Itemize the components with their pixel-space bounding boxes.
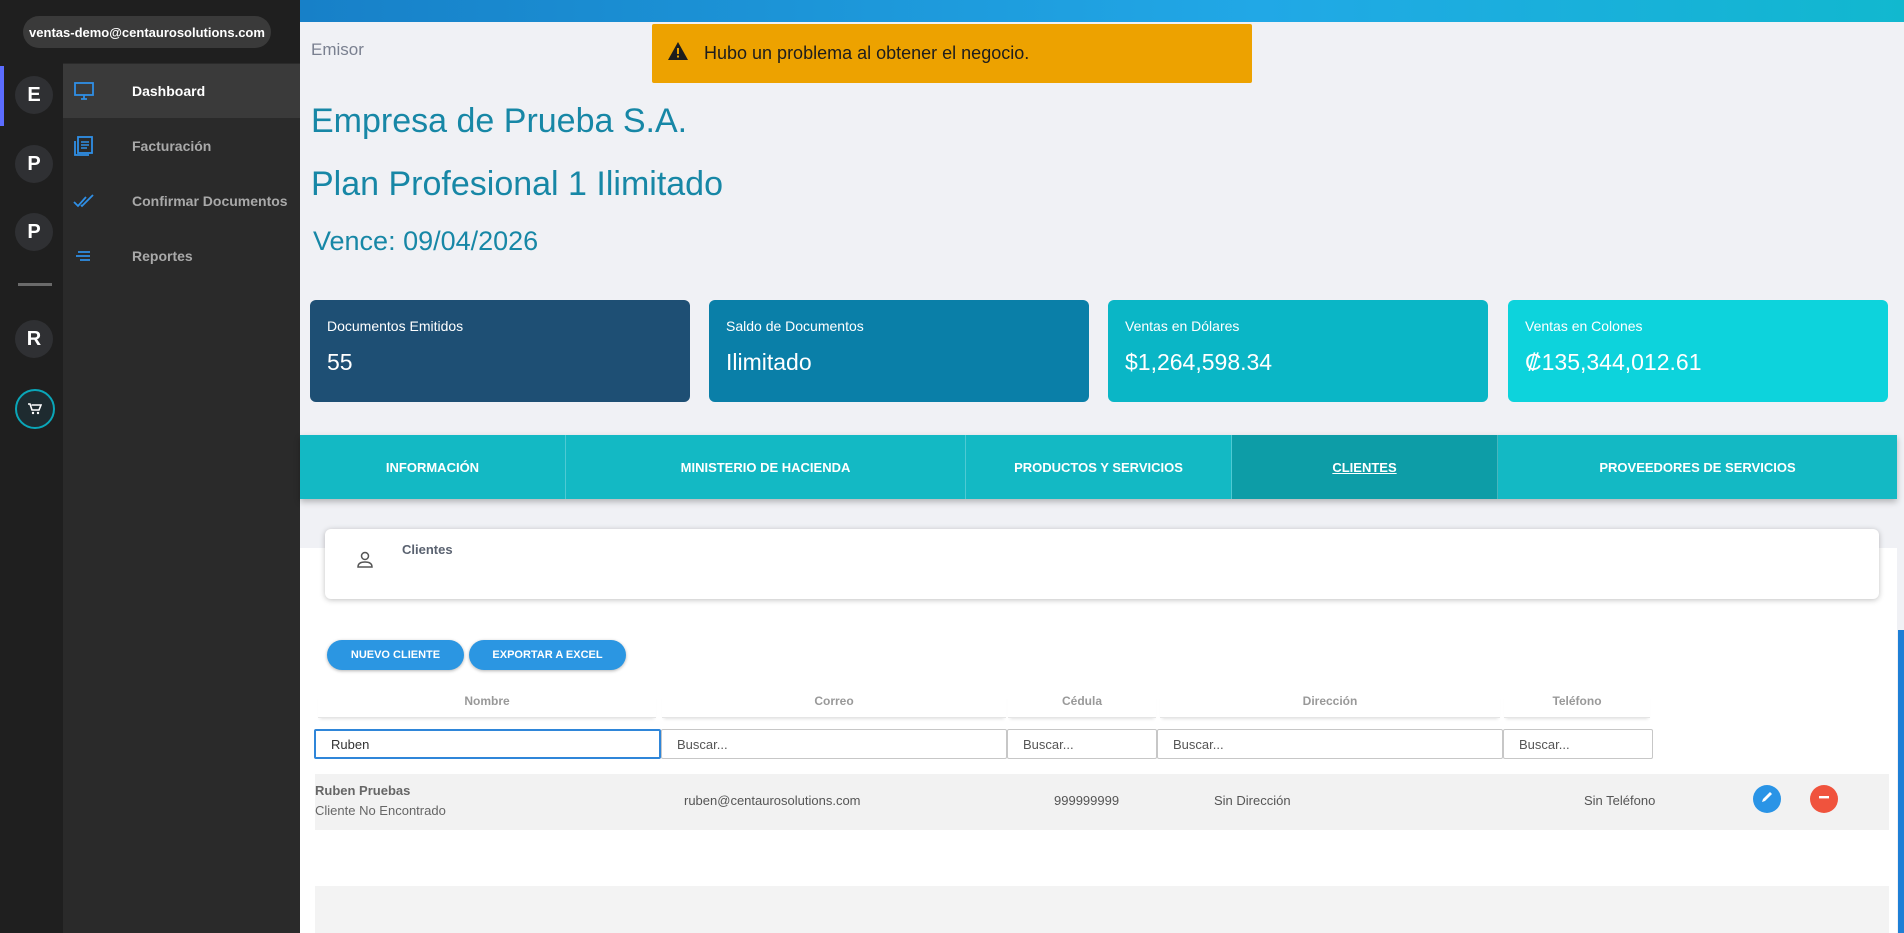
- stat-card-saldo-documentos: Saldo de Documentos Ilimitado: [709, 300, 1089, 402]
- stat-card-value: 55: [327, 349, 353, 375]
- user-email-pill[interactable]: ventas-demo@centaurosolutions.com: [23, 16, 271, 48]
- column-header-cedula[interactable]: Cédula: [1008, 694, 1156, 718]
- section-label-emisor: Emisor: [311, 40, 364, 59]
- client-direccion: Sin Dirección: [1214, 793, 1291, 808]
- filter-telefono-input[interactable]: [1503, 729, 1653, 759]
- filter-direccion-input[interactable]: [1157, 729, 1503, 759]
- double-check-icon: [73, 190, 95, 212]
- client-cedula: 999999999: [1054, 793, 1120, 808]
- scrollbar[interactable]: [1898, 630, 1904, 933]
- cart-icon[interactable]: [15, 389, 55, 429]
- tab-clientes[interactable]: CLIENTES: [1232, 435, 1498, 499]
- stat-card-value: $1,264,598.34: [1125, 349, 1273, 375]
- tab-proveedores-servicios[interactable]: PROVEEDORES DE SERVICIOS: [1498, 435, 1897, 499]
- rail-item-r[interactable]: R: [15, 320, 53, 358]
- table-footer: [315, 886, 1889, 933]
- error-alert: Hubo un problema al obtener el negocio.: [652, 24, 1252, 83]
- user-header: ventas-demo@centaurosolutions.com: [0, 0, 300, 63]
- stat-card-documentos-emitidos: Documentos Emitidos 55: [310, 300, 690, 402]
- nav-item-confirmar-documentos[interactable]: Confirmar Documentos: [63, 174, 300, 228]
- nav-item-label: Dashboard: [132, 83, 206, 99]
- person-icon: [355, 550, 375, 572]
- tab-ministerio-hacienda[interactable]: MINISTERIO DE HACIENDA: [566, 435, 966, 499]
- stat-card-value: ₡135,344,012.61: [1525, 349, 1702, 375]
- warning-icon: [668, 42, 688, 62]
- app-rail: [0, 0, 63, 933]
- column-header-correo[interactable]: Correo: [662, 694, 1006, 718]
- tab-informacion[interactable]: INFORMACIÓN: [300, 435, 566, 499]
- nav-item-facturacion[interactable]: Facturación: [63, 119, 300, 173]
- filter-cedula-input[interactable]: [1007, 729, 1157, 759]
- invoice-icon: [73, 135, 95, 157]
- clients-header-card: Clientes: [325, 529, 1879, 599]
- plan-name: Plan Profesional 1 Ilimitado: [311, 165, 724, 203]
- rail-item-p2[interactable]: P: [15, 213, 53, 251]
- stat-card-title: Documentos Emitidos: [327, 318, 464, 334]
- stat-card-ventas-colones: Ventas en Colones ₡135,344,012.61: [1508, 300, 1888, 402]
- nav-item-label: Facturación: [132, 138, 212, 154]
- lines-icon: [73, 245, 95, 267]
- company-name: Empresa de Prueba S.A.: [311, 102, 688, 140]
- client-status: Cliente No Encontrado: [315, 803, 446, 818]
- stat-card-title: Ventas en Colones: [1525, 318, 1643, 334]
- tab-productos-servicios[interactable]: PRODUCTOS Y SERVICIOS: [966, 435, 1232, 499]
- alert-message: Hubo un problema al obtener el negocio.: [704, 43, 1030, 63]
- client-email: ruben@centaurosolutions.com: [684, 793, 861, 808]
- plan-expiry: Vence: 09/04/2026: [313, 226, 539, 256]
- delete-client-button[interactable]: [1810, 785, 1838, 813]
- filter-nombre-input[interactable]: [314, 729, 661, 759]
- nav-item-dashboard[interactable]: Dashboard: [63, 64, 300, 118]
- rail-item-p1[interactable]: P: [15, 145, 53, 183]
- export-excel-button[interactable]: EXPORTAR A EXCEL: [469, 640, 626, 670]
- nav-item-label: Confirmar Documentos: [132, 193, 288, 209]
- client-telefono: Sin Teléfono: [1584, 793, 1656, 808]
- edit-client-button[interactable]: [1753, 785, 1781, 813]
- clients-title: Clientes: [402, 542, 453, 557]
- nav-item-reportes[interactable]: Reportes: [63, 229, 300, 283]
- column-header-telefono[interactable]: Teléfono: [1504, 694, 1650, 718]
- monitor-icon: [73, 80, 95, 102]
- stat-card-title: Saldo de Documentos: [726, 318, 864, 334]
- stat-card-value: Ilimitado: [726, 349, 812, 375]
- rail-divider: [18, 283, 52, 286]
- top-bar: [300, 0, 1904, 22]
- rail-active-indicator: [0, 66, 4, 126]
- stat-card-ventas-dolares: Ventas en Dólares $1,264,598.34: [1108, 300, 1488, 402]
- new-client-button[interactable]: NUEVO CLIENTE: [327, 640, 464, 670]
- column-header-direccion[interactable]: Dirección: [1160, 694, 1500, 718]
- section-tabs: INFORMACIÓN MINISTERIO DE HACIENDA PRODU…: [300, 435, 1897, 499]
- minus-icon: [1817, 790, 1831, 809]
- stat-card-title: Ventas en Dólares: [1125, 318, 1240, 334]
- nav-item-label: Reportes: [132, 248, 193, 264]
- column-header-nombre[interactable]: Nombre: [318, 694, 656, 718]
- filter-correo-input[interactable]: [661, 729, 1007, 759]
- rail-item-e[interactable]: E: [15, 76, 53, 114]
- client-name: Ruben Pruebas: [315, 783, 411, 798]
- pencil-icon: [1760, 790, 1774, 809]
